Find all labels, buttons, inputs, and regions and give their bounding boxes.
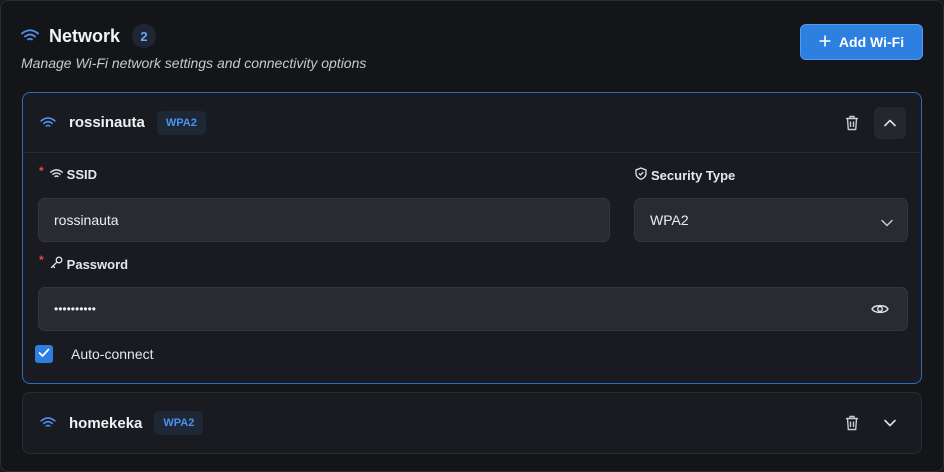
shield-icon: [635, 167, 647, 183]
network-card-header[interactable]: rossinauta WPA2: [23, 93, 921, 153]
plus-icon: [819, 34, 831, 50]
required-marker: *: [39, 253, 44, 267]
eye-icon[interactable]: [871, 302, 889, 319]
ssid-input[interactable]: rossinauta: [38, 198, 610, 242]
chevron-down-icon[interactable]: [874, 407, 906, 439]
page-subtitle: Manage Wi-Fi network settings and connec…: [21, 55, 367, 71]
password-value: ••••••••••: [54, 302, 97, 316]
section-header: Network 2 Manage Wi-Fi network settings …: [21, 21, 923, 77]
network-settings-panel: Network 2 Manage Wi-Fi network settings …: [0, 0, 944, 472]
network-card-rossinauta: rossinauta WPA2 * SSID rossinauta Securi…: [22, 92, 922, 384]
auto-connect-checkbox[interactable]: [35, 345, 53, 363]
password-input[interactable]: ••••••••••: [38, 287, 908, 331]
security-type-value: WPA2: [650, 212, 689, 228]
wifi-icon: [49, 167, 63, 182]
wifi-icon: [39, 414, 57, 432]
required-marker: *: [39, 163, 44, 178]
chevron-down-icon: [881, 214, 893, 230]
password-label: * Password: [39, 253, 129, 272]
auto-connect-label: Auto-connect: [71, 346, 154, 362]
network-card-header[interactable]: homekeka WPA2: [23, 393, 921, 453]
network-card-homekeka: homekeka WPA2: [22, 392, 922, 454]
ssid-label-text: SSID: [66, 167, 98, 182]
security-type-label-text: Security Type: [651, 167, 736, 183]
network-count-badge: 2: [132, 24, 157, 48]
ssid-label: * SSID: [39, 163, 98, 183]
network-name: rossinauta: [69, 114, 145, 131]
password-label-text: Password: [66, 256, 129, 272]
wifi-icon: [39, 114, 57, 132]
security-type-select[interactable]: WPA2: [634, 198, 908, 242]
security-badge: WPA2: [156, 110, 206, 135]
add-wifi-button-label: Add Wi-Fi: [838, 34, 905, 50]
trash-icon[interactable]: [843, 413, 861, 433]
page-title: Network: [49, 25, 121, 46]
check-icon: [38, 345, 50, 363]
add-wifi-button[interactable]: Add Wi-Fi: [800, 24, 923, 60]
security-badge: WPA2: [154, 411, 204, 435]
network-name: homekeka: [69, 414, 143, 432]
wifi-icon: [21, 27, 39, 45]
security-type-label: Security Type: [635, 167, 735, 183]
key-icon: [50, 256, 63, 272]
chevron-up-icon[interactable]: [874, 107, 906, 139]
trash-icon[interactable]: [843, 113, 861, 133]
